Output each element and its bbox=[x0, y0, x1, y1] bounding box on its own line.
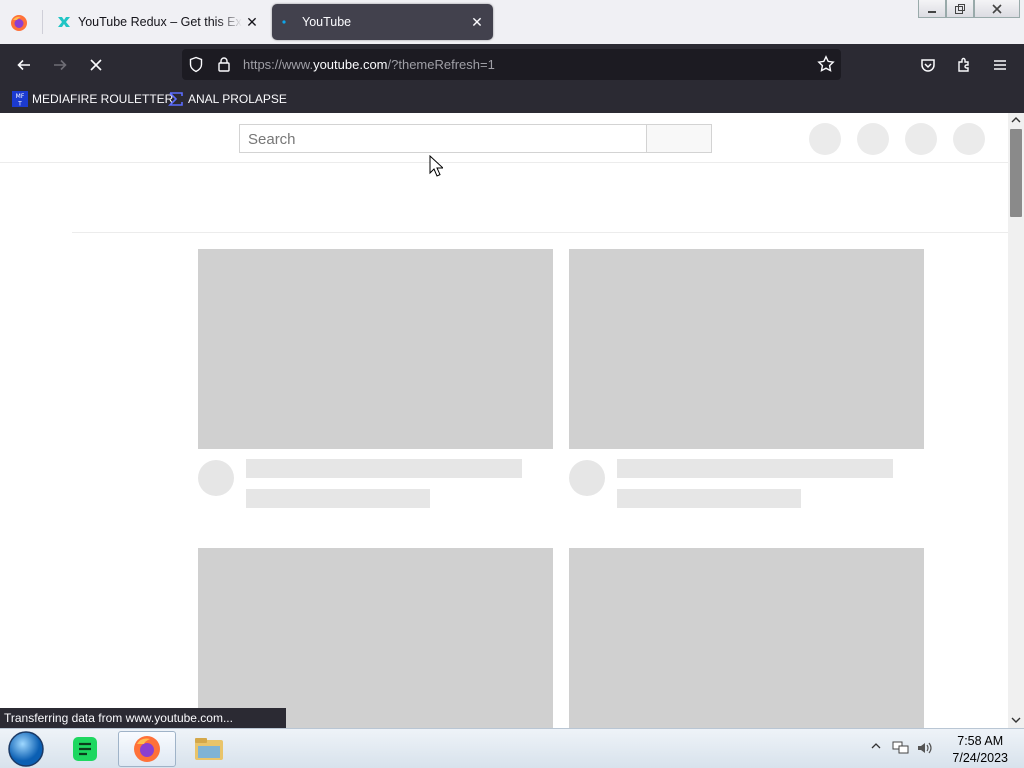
video-thumbnail-placeholder[interactable] bbox=[198, 249, 553, 449]
svg-text:MF: MF bbox=[16, 93, 25, 100]
url-text[interactable]: https://www.youtube.com/?themeRefresh=1 bbox=[243, 57, 495, 72]
volume-icon[interactable] bbox=[916, 740, 934, 756]
status-panel: Transferring data from www.youtube.com..… bbox=[0, 708, 286, 728]
header-icon-placeholder[interactable] bbox=[809, 123, 841, 155]
firefox-icon bbox=[134, 736, 160, 762]
url-path: /?themeRefresh=1 bbox=[387, 57, 495, 72]
shield-icon[interactable] bbox=[188, 56, 204, 78]
search-input[interactable]: Search bbox=[239, 124, 647, 153]
bookmark-label: MEDIAFIRE ROULETTER bbox=[32, 92, 174, 106]
notes-app-icon bbox=[73, 737, 97, 761]
bookmark-second[interactable]: ANAL PROLAPSE bbox=[168, 90, 287, 108]
bookmark-label: ANAL PROLAPSE bbox=[188, 92, 287, 106]
taskbar-file-explorer[interactable] bbox=[188, 731, 230, 767]
tab-title: YouTube Redux – Get this Extension for F… bbox=[78, 15, 242, 29]
restore-button[interactable] bbox=[946, 0, 974, 18]
bookmark-star-icon[interactable] bbox=[817, 55, 835, 78]
url-bar[interactable]: https://www.youtube.com/?themeRefresh=1 bbox=[182, 49, 841, 80]
app-menu-icon[interactable] bbox=[987, 52, 1013, 78]
pocket-icon[interactable] bbox=[915, 52, 941, 78]
avatar-placeholder[interactable] bbox=[953, 123, 985, 155]
lock-icon[interactable] bbox=[217, 56, 231, 77]
addon-puzzle-icon bbox=[56, 14, 72, 30]
video-thumbnail-placeholder[interactable] bbox=[569, 249, 924, 449]
scroll-up-icon[interactable] bbox=[1011, 116, 1021, 124]
taskbar-notes-app[interactable] bbox=[64, 731, 106, 767]
title-placeholder bbox=[246, 459, 522, 478]
url-prefix: https://www. bbox=[243, 57, 314, 72]
scroll-down-icon[interactable] bbox=[1011, 716, 1021, 724]
taskbar: 7:58 AM 7/24/2023 bbox=[0, 728, 1024, 768]
url-host: youtube.com bbox=[313, 57, 388, 72]
svg-text:T: T bbox=[17, 101, 22, 108]
clock-time: 7:58 AM bbox=[957, 734, 1004, 748]
firefox-view-icon[interactable] bbox=[8, 12, 30, 34]
network-icon[interactable] bbox=[892, 740, 910, 756]
close-tab-icon[interactable]: ✕ bbox=[467, 12, 487, 32]
bookmark-mediafire[interactable]: MF T MEDIAFIRE ROULETTER bbox=[12, 90, 173, 108]
tab-youtube-redux[interactable]: YouTube Redux – Get this Extension for F… bbox=[48, 4, 268, 40]
mouse-cursor-icon bbox=[429, 155, 443, 177]
header-icon-placeholder[interactable] bbox=[857, 123, 889, 155]
show-hidden-icons-icon[interactable] bbox=[871, 741, 881, 751]
meta-placeholder bbox=[246, 489, 430, 508]
web-page: Search bbox=[0, 113, 1008, 728]
browser-window: YouTube Redux – Get this Extension for F… bbox=[0, 0, 1024, 728]
clock-date: 7/24/2023 bbox=[952, 751, 1008, 765]
page-scrollbar[interactable] bbox=[1008, 113, 1024, 728]
system-clock[interactable]: 7:58 AM 7/24/2023 bbox=[952, 733, 1008, 767]
tab-separator bbox=[42, 10, 43, 34]
search-placeholder: Search bbox=[248, 131, 296, 148]
stop-loading-icon[interactable] bbox=[83, 52, 109, 78]
tab-youtube[interactable]: YouTube ✕ bbox=[272, 4, 493, 40]
channel-avatar-placeholder bbox=[569, 460, 605, 496]
tab-title: YouTube bbox=[302, 15, 352, 29]
start-button[interactable] bbox=[4, 731, 48, 767]
tab-strip: YouTube Redux – Get this Extension for F… bbox=[0, 0, 1024, 44]
channel-avatar-placeholder bbox=[198, 460, 234, 496]
back-icon[interactable] bbox=[11, 52, 37, 78]
close-window-button[interactable] bbox=[974, 0, 1020, 18]
chips-divider bbox=[72, 232, 1008, 233]
video-thumbnail-placeholder[interactable] bbox=[198, 548, 553, 728]
video-thumbnail-placeholder[interactable] bbox=[569, 548, 924, 728]
header-icon-placeholder[interactable] bbox=[905, 123, 937, 155]
mediafire-icon: MF T bbox=[12, 91, 28, 108]
folder-icon bbox=[195, 738, 223, 760]
bookmarks-toolbar: MF T MEDIAFIRE ROULETTER ANAL PROLAPSE bbox=[0, 85, 1024, 113]
title-placeholder bbox=[617, 459, 893, 478]
close-tab-icon[interactable]: ✕ bbox=[242, 12, 262, 32]
taskbar-firefox[interactable] bbox=[118, 731, 176, 767]
extensions-icon[interactable] bbox=[951, 52, 977, 78]
search-button[interactable] bbox=[646, 124, 712, 153]
scrollbar-thumb[interactable] bbox=[1010, 129, 1022, 217]
loading-dot-icon bbox=[280, 14, 296, 30]
meta-placeholder bbox=[617, 489, 801, 508]
minimize-button[interactable] bbox=[918, 0, 946, 18]
sigma-icon bbox=[168, 91, 184, 107]
header-divider bbox=[0, 162, 1008, 163]
forward-icon[interactable] bbox=[47, 52, 73, 78]
